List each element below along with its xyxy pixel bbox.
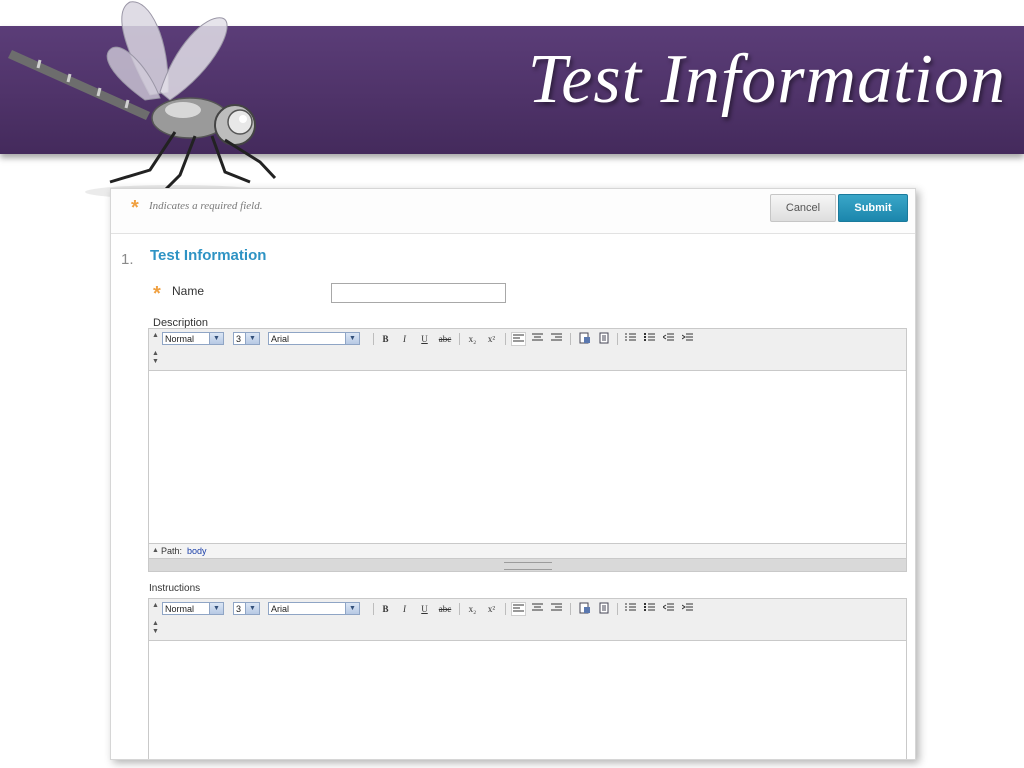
required-note: Indicates a required field.: [149, 200, 263, 212]
test-information-form: * Indicates a required field. Cancel Sub…: [110, 188, 916, 760]
chevron-down-icon: ▼: [345, 333, 359, 344]
indent-icon[interactable]: [680, 332, 695, 346]
align-right-icon[interactable]: [549, 602, 564, 616]
name-label: Name: [172, 284, 205, 298]
expand-up-icon[interactable]: ▲: [152, 620, 159, 627]
editor-resize-handle[interactable]: [149, 558, 906, 571]
paste-word-icon[interactable]: [577, 602, 592, 616]
bold-button[interactable]: B: [378, 602, 393, 616]
instructions-label: Instructions: [149, 583, 201, 594]
strikethrough-button[interactable]: abc: [436, 332, 454, 346]
description-text-area[interactable]: [149, 371, 906, 543]
superscript-button[interactable]: x²: [484, 332, 499, 346]
font-family-select[interactable]: Arial ▼: [268, 602, 360, 615]
align-center-icon[interactable]: [530, 602, 545, 616]
font-size-select[interactable]: 3 ▼: [233, 602, 260, 615]
underline-button[interactable]: U: [417, 602, 432, 616]
format-select[interactable]: Normal ▼: [162, 602, 224, 615]
superscript-button[interactable]: x²: [484, 602, 499, 616]
collapse-up-icon[interactable]: ▲: [152, 544, 159, 558]
instructions-editor: ▲ Normal ▼ 3 ▼ Arial ▼ B I U abc x₂ x² ▲…: [148, 598, 907, 759]
font-size-select[interactable]: 3 ▼: [233, 332, 260, 345]
instructions-text-area[interactable]: [149, 641, 906, 759]
path-value-link[interactable]: body: [187, 544, 207, 558]
chevron-down-icon: ▼: [209, 603, 223, 614]
outdent-icon[interactable]: [661, 332, 676, 346]
path-label: Path:: [161, 546, 183, 556]
required-star-icon: *: [153, 283, 161, 305]
italic-button[interactable]: I: [397, 602, 412, 616]
name-input[interactable]: [331, 283, 506, 303]
submit-button[interactable]: Submit: [838, 194, 908, 222]
collapse-up-icon[interactable]: ▲: [152, 602, 159, 609]
cancel-button[interactable]: Cancel: [770, 194, 836, 222]
format-select[interactable]: Normal ▼: [162, 332, 224, 345]
font-family-select[interactable]: Arial ▼: [268, 332, 360, 345]
align-right-icon[interactable]: [549, 332, 564, 346]
expand-down-icon[interactable]: ▼: [152, 628, 159, 635]
outdent-icon[interactable]: [661, 602, 676, 616]
chevron-down-icon: ▼: [245, 333, 259, 344]
editor-toolbar: ▲ Normal ▼ 3 ▼ Arial ▼ B I U abc x₂ x² ▲…: [149, 599, 906, 641]
indent-icon[interactable]: [680, 602, 695, 616]
bullet-list-icon[interactable]: [642, 602, 657, 616]
underline-button[interactable]: U: [417, 332, 432, 346]
expand-down-icon[interactable]: ▼: [152, 358, 159, 365]
strikethrough-button[interactable]: abc: [436, 602, 454, 616]
editor-toolbar: ▲ Normal ▼ 3 ▼ Arial ▼ B I U abc x₂ x² ▲…: [149, 329, 906, 371]
bullet-list-icon[interactable]: [642, 332, 657, 346]
paste-text-icon[interactable]: [596, 602, 611, 616]
section-number: 1.: [121, 251, 134, 268]
align-left-icon[interactable]: [511, 602, 526, 616]
align-center-icon[interactable]: [530, 332, 545, 346]
subscript-button[interactable]: x₂: [465, 602, 480, 616]
paste-text-icon[interactable]: [596, 332, 611, 346]
collapse-up-icon[interactable]: ▲: [152, 332, 159, 339]
bold-button[interactable]: B: [378, 332, 393, 346]
paste-word-icon[interactable]: [577, 332, 592, 346]
chevron-down-icon: ▼: [209, 333, 223, 344]
numbered-list-icon[interactable]: [623, 602, 638, 616]
slide-title: Test Information: [527, 41, 1006, 118]
italic-button[interactable]: I: [397, 332, 412, 346]
expand-up-icon[interactable]: ▲: [152, 350, 159, 357]
numbered-list-icon[interactable]: [623, 332, 638, 346]
subscript-button[interactable]: x₂: [465, 332, 480, 346]
align-left-icon[interactable]: [511, 332, 526, 346]
editor-status-bar: ▲ Path: body: [149, 543, 906, 558]
description-editor: ▲ Normal ▼ 3 ▼ Arial ▼ B I U abc x₂ x² ▲…: [148, 328, 907, 572]
chevron-down-icon: ▼: [345, 603, 359, 614]
required-field-bar: * Indicates a required field. Cancel Sub…: [111, 189, 915, 234]
chevron-down-icon: ▼: [245, 603, 259, 614]
section-title: Test Information: [150, 247, 267, 264]
required-star-icon: *: [131, 197, 139, 219]
dragonfly-logo: [8, 1, 277, 199]
